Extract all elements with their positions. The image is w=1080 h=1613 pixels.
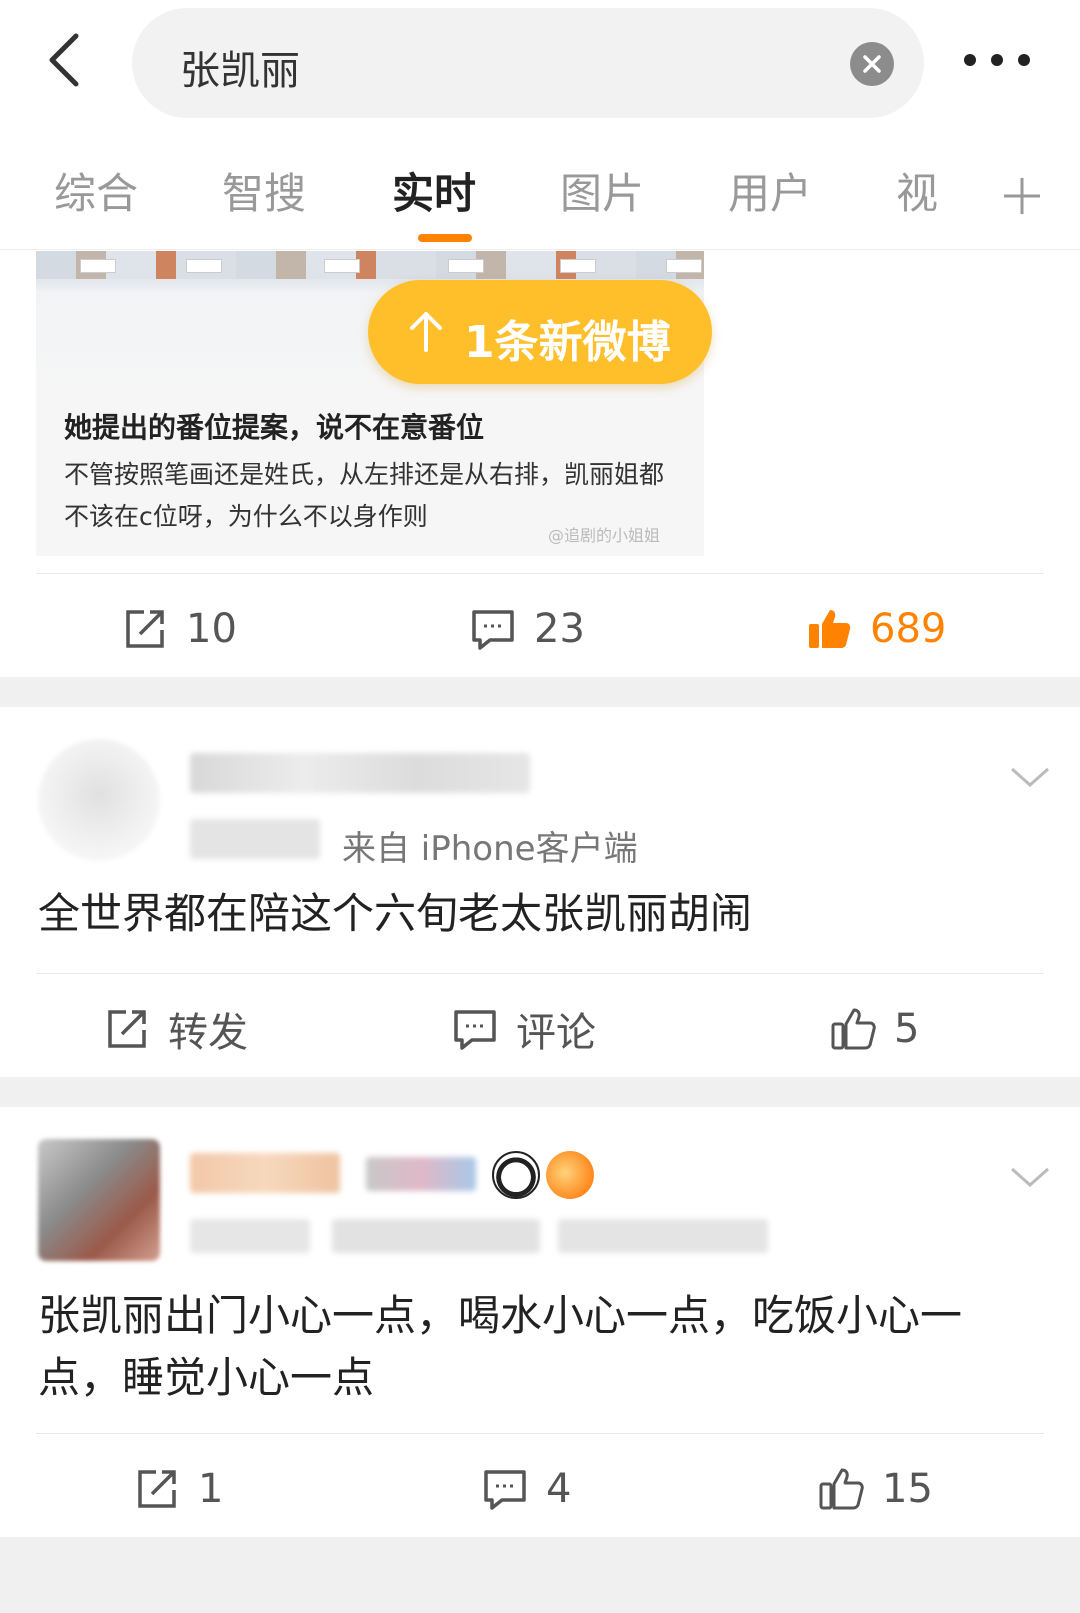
new-posts-text: 1条新微博 [464,317,671,368]
post-text: 张凯丽出门小心一点，喝水小心一点，吃饭小心一点，睡觉小心一点 [38,1291,963,1402]
repost-count: 1 [198,1466,224,1512]
section-separator [0,1077,1080,1107]
thumbs-up-icon [831,1008,876,1050]
search-tabs: 综合 智搜 实时 图片 用户 视 [0,130,1080,250]
repost-icon [138,1470,176,1508]
image-watermark: @追剧的小姐姐 [548,526,661,545]
meta-blurred [558,1219,768,1253]
add-tab-icon[interactable] [1002,176,1042,216]
post-card-3: 张凯丽出门小心一点，喝水小心一点，吃饭小心一点，睡觉小心一点 1 4 15 [0,1107,1080,1537]
divider [36,573,1044,574]
username-blurred[interactable] [190,753,530,793]
avatar[interactable] [38,739,160,861]
panda-icon [492,1151,540,1199]
back-arrow-icon[interactable] [40,30,90,90]
tab-comprehensive[interactable]: 综合 [54,160,138,221]
like-count: 15 [882,1466,933,1512]
name-placards [36,253,704,279]
post-card-2: 来自 iPhone客户端 全世界都在陪这个六旬老太张凯丽胡闹 转发 评论 5 [0,707,1080,1077]
comment-label: 评论 [516,1010,596,1056]
like-count: 5 [894,1006,920,1052]
top-bar: 张凯丽 [0,0,1080,128]
caption-title: 她提出的番位提案，说不在意番位 [64,411,485,444]
repost-icon [126,610,164,648]
post-text: 全世界都在陪这个六旬老太张凯丽胡闹 [38,889,753,938]
comment-icon [484,1470,526,1510]
divider [36,973,1044,974]
repost-count: 10 [186,606,237,652]
comment-button[interactable]: 评论 [452,1005,596,1056]
avatar[interactable] [38,1139,160,1261]
active-tab-indicator [418,234,472,242]
post-source: 来自 iPhone客户端 [342,829,638,869]
comment-button[interactable]: 4 [482,1465,571,1513]
comment-count: 4 [546,1466,572,1512]
post-actions: 转发 评论 5 [0,977,1080,1077]
like-button[interactable]: 5 [830,1005,919,1053]
comment-icon [472,610,514,650]
comment-icon [454,1010,496,1050]
timestamp-blurred [190,1219,310,1253]
new-posts-banner[interactable]: 1条新微博 [368,280,712,384]
tab-smart-search[interactable]: 智搜 [222,160,306,221]
arrow-up-icon [410,312,442,352]
search-bar[interactable]: 张凯丽 [132,8,924,118]
repost-button[interactable]: 转发 [104,1005,248,1056]
like-count: 689 [870,606,947,652]
close-icon [863,55,881,73]
username-blurred[interactable] [190,1153,340,1193]
image-caption: 她提出的番位提案，说不在意番位 不管按照笔画还是姓氏，从左排还是从右排，凯丽姐都… [36,390,704,556]
clear-search-button[interactable] [850,42,894,86]
timestamp-blurred [190,819,320,859]
tab-video[interactable]: 视 [896,160,944,221]
repost-label: 转发 [168,1010,248,1056]
repost-button[interactable]: 10 [122,605,237,653]
comment-button[interactable]: 23 [470,605,585,653]
meta-blurred [332,1219,540,1253]
repost-button[interactable]: 1 [134,1465,223,1513]
repost-icon [108,1010,146,1048]
chevron-down-icon[interactable] [1008,763,1052,791]
tab-realtime[interactable]: 实时 [392,160,476,221]
search-input[interactable]: 张凯丽 [180,38,300,96]
tab-images[interactable]: 图片 [560,160,644,221]
section-separator [0,1537,1080,1613]
like-button[interactable]: 15 [818,1465,933,1513]
post-actions: 10 23 689 [0,577,1080,677]
post-actions: 1 4 15 [0,1437,1080,1537]
chevron-down-icon[interactable] [1008,1163,1052,1191]
badge-icons-blurred [366,1157,476,1191]
more-options-icon[interactable] [962,50,1032,70]
pufferfish-icon [546,1151,594,1199]
like-button[interactable]: 689 [806,605,946,653]
thumbs-up-icon [819,1468,864,1510]
liked-thumbs-up-icon [809,610,851,648]
comment-count: 23 [534,606,585,652]
section-separator [0,677,1080,707]
tab-users[interactable]: 用户 [728,160,812,221]
divider [36,1433,1044,1434]
